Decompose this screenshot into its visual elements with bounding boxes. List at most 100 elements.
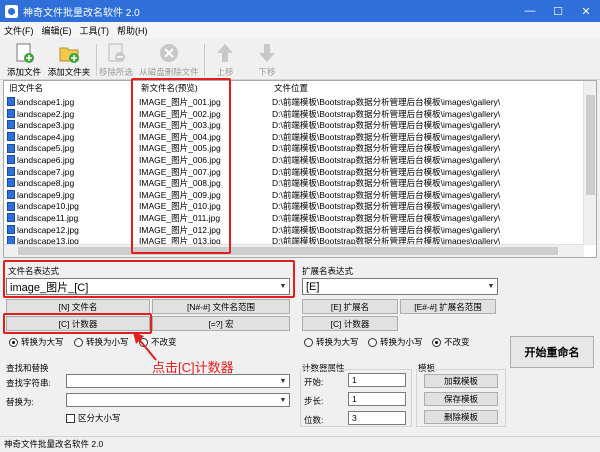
counter-step-field[interactable]: 1 [348,392,406,406]
image-file-icon [7,97,15,107]
save-template-button[interactable]: 保存模板 [424,392,498,406]
horizontal-scroll-thumb[interactable] [18,247,558,255]
menu-file[interactable]: 文件(F) [0,24,38,37]
vertical-scroll-thumb[interactable] [586,95,595,195]
image-file-icon [7,155,15,165]
chevron-down-icon[interactable]: ▼ [485,279,497,294]
old-filename-cell: landscape8.jpg [7,178,74,190]
list-item[interactable]: landscape3.jpg IMAGE_图片_003.jpg D:\前端模板\Bo… [4,120,584,132]
extension-radio-keep[interactable]: 不改变 [432,336,470,348]
filename-radio-upper[interactable]: 转换为大写 [9,336,64,348]
list-item[interactable]: landscape8.jpg IMAGE_图片_008.jpg D:\前端模板\Bo… [4,178,584,190]
old-filename-cell: landscape5.jpg [7,143,74,155]
insert-filename-range-button[interactable]: [N#-#] 文件名范围 [152,299,290,314]
counter-start-label: 开始: [304,377,324,387]
highlight-new-name-column [131,78,231,254]
old-filename-text: landscape3.jpg [17,120,75,131]
replace-with-combo[interactable]: ▼ [66,393,290,407]
list-item[interactable]: landscape2.jpg IMAGE_图片_002.jpg D:\前端模板\Bo… [4,109,584,121]
add-folder-button[interactable]: 添加文件夹 [46,40,92,78]
list-item[interactable]: landscape12.jpg IMAGE_图片_012.jpg D:\前端模板\B… [4,225,584,237]
minimize-button[interactable]: — [516,0,544,22]
counter-digits-label: 位数: [304,415,324,425]
maximize-button[interactable]: ☐ [544,0,572,22]
extension-radio-lower[interactable]: 转换为小写 [368,336,423,348]
image-file-icon [7,213,15,223]
horizontal-scrollbar[interactable] [4,244,584,257]
delete-from-disk-button[interactable]: 从磁盘删除文件 [136,40,202,78]
case-sensitive-checkbox[interactable]: 区分大小写 [66,412,121,424]
old-filename-text: landscape8.jpg [17,178,75,189]
load-template-button[interactable]: 加载模板 [424,374,498,388]
file-list[interactable]: 旧文件名 新文件名(预览) 文件位置 landscape1.jpg IMAGE_图… [3,80,597,258]
add-folder-icon [58,42,80,64]
find-string-combo[interactable]: ▼ [66,374,290,388]
replace-with-label: 替换为: [6,397,34,407]
list-item[interactable]: landscape9.jpg IMAGE_图片_009.jpg D:\前端模板\Bo… [4,190,584,202]
old-filename-text: landscape2.jpg [17,108,75,119]
image-file-icon [7,108,15,118]
chevron-down-icon[interactable]: ▼ [277,394,289,406]
counter-digits-field[interactable]: 3 [348,411,406,425]
title-bar: 神奇文件批量改名软件 2.0 — ☐ ✕ [0,0,600,22]
old-filename-text: landscape10.jpg [17,201,79,212]
menu-edit[interactable]: 编辑(E) [38,24,76,37]
vertical-scrollbar[interactable] [583,81,596,245]
old-filename-text: landscape6.jpg [17,155,75,165]
list-item[interactable]: landscape1.jpg IMAGE_图片_001.jpg D:\前端模板\Bo… [4,97,584,109]
remove-selected-button[interactable]: 移除所选 [98,40,134,78]
old-filename-cell: landscape10.jpg [7,201,79,213]
image-file-icon [7,166,15,176]
delete-template-button[interactable]: 删除模板 [424,410,498,424]
insert-extension-button[interactable]: [E] 扩展名 [302,299,398,314]
old-filename-cell: landscape9.jpg [7,190,74,202]
insert-extension-range-button[interactable]: [E#-#] 扩展名范围 [400,299,496,314]
close-button[interactable]: ✕ [572,0,600,22]
radio-dot [304,337,313,347]
checkbox-box [66,413,75,423]
menu-help[interactable]: 帮助(H) [113,24,152,37]
location-cell: D:\前端模板\Bootstrap数据分析管理后台模板\images\galle… [272,97,501,107]
image-file-icon [7,201,15,211]
menu-bar: 文件(F) 编辑(E) 工具(T) 帮助(H) [0,22,600,38]
status-bar: 神奇文件批量改名软件 2.0 [0,436,600,452]
location-cell: D:\前端模板\Bootstrap数据分析管理后台模板\images\galle… [272,213,501,223]
location-cell: D:\前端模板\Bootstrap数据分析管理后台模板\images\galle… [272,224,501,235]
move-up-button[interactable]: 上移 [210,40,240,78]
old-filename-text: landscape12.jpg [17,224,79,235]
start-rename-button[interactable]: 开始重命名 [510,336,594,368]
list-item[interactable]: landscape7.jpg IMAGE_图片_007.jpg D:\前端模板\Bo… [4,167,584,179]
insert-filename-button[interactable]: [N] 文件名 [6,299,150,314]
old-filename-cell: landscape11.jpg [7,213,78,225]
highlight-filename-expression [3,260,295,298]
list-item[interactable]: landscape10.jpg IMAGE_图片_010.jpg D:\前端模板\B… [4,201,584,213]
list-item[interactable]: landscape11.jpg IMAGE_图片_011.jpg D:\前端模板\B… [4,213,584,225]
menu-tools[interactable]: 工具(T) [76,24,114,37]
location-cell: D:\前端模板\Bootstrap数据分析管理后台模板\images\galle… [272,166,501,177]
insert-extension-counter-button[interactable]: [C] 计数器 [302,316,398,331]
list-item[interactable]: landscape6.jpg IMAGE_图片_006.jpg D:\前端模板\Bo… [4,155,584,167]
old-filename-cell: landscape7.jpg [7,167,74,179]
list-item[interactable]: landscape5.jpg IMAGE_图片_005.jpg D:\前端模板\Bo… [4,143,584,155]
list-item[interactable]: landscape4.jpg IMAGE_图片_004.jpg D:\前端模板\Bo… [4,132,584,144]
insert-macro-button[interactable]: [=?] 宏 [152,316,290,331]
remove-icon [105,42,127,64]
move-down-button[interactable]: 下移 [252,40,282,78]
extension-expression-value: [E] [306,280,320,293]
old-filename-text: landscape5.jpg [17,143,75,154]
radio-dot [432,337,441,347]
counter-start-field[interactable]: 1 [348,373,406,387]
column-header-location[interactable]: 文件位置 [271,81,571,96]
old-filename-cell: landscape2.jpg [7,109,74,121]
add-file-button[interactable]: 添加文件 [4,40,44,78]
old-filename-text: landscape11.jpg [17,213,79,223]
extension-radio-upper[interactable]: 转换为大写 [304,336,359,348]
location-cell: D:\前端模板\Bootstrap数据分析管理后台模板\images\galle… [272,189,501,200]
column-header-old-name[interactable]: 旧文件名 [6,81,134,96]
extension-expression-combo[interactable]: [E] ▼ [302,278,498,295]
toolbar-separator [96,44,97,76]
arrow-up-icon [214,42,236,64]
old-filename-cell: landscape4.jpg [7,132,74,144]
filename-radio-lower[interactable]: 转换为小写 [74,336,129,348]
chevron-down-icon[interactable]: ▼ [277,375,289,387]
